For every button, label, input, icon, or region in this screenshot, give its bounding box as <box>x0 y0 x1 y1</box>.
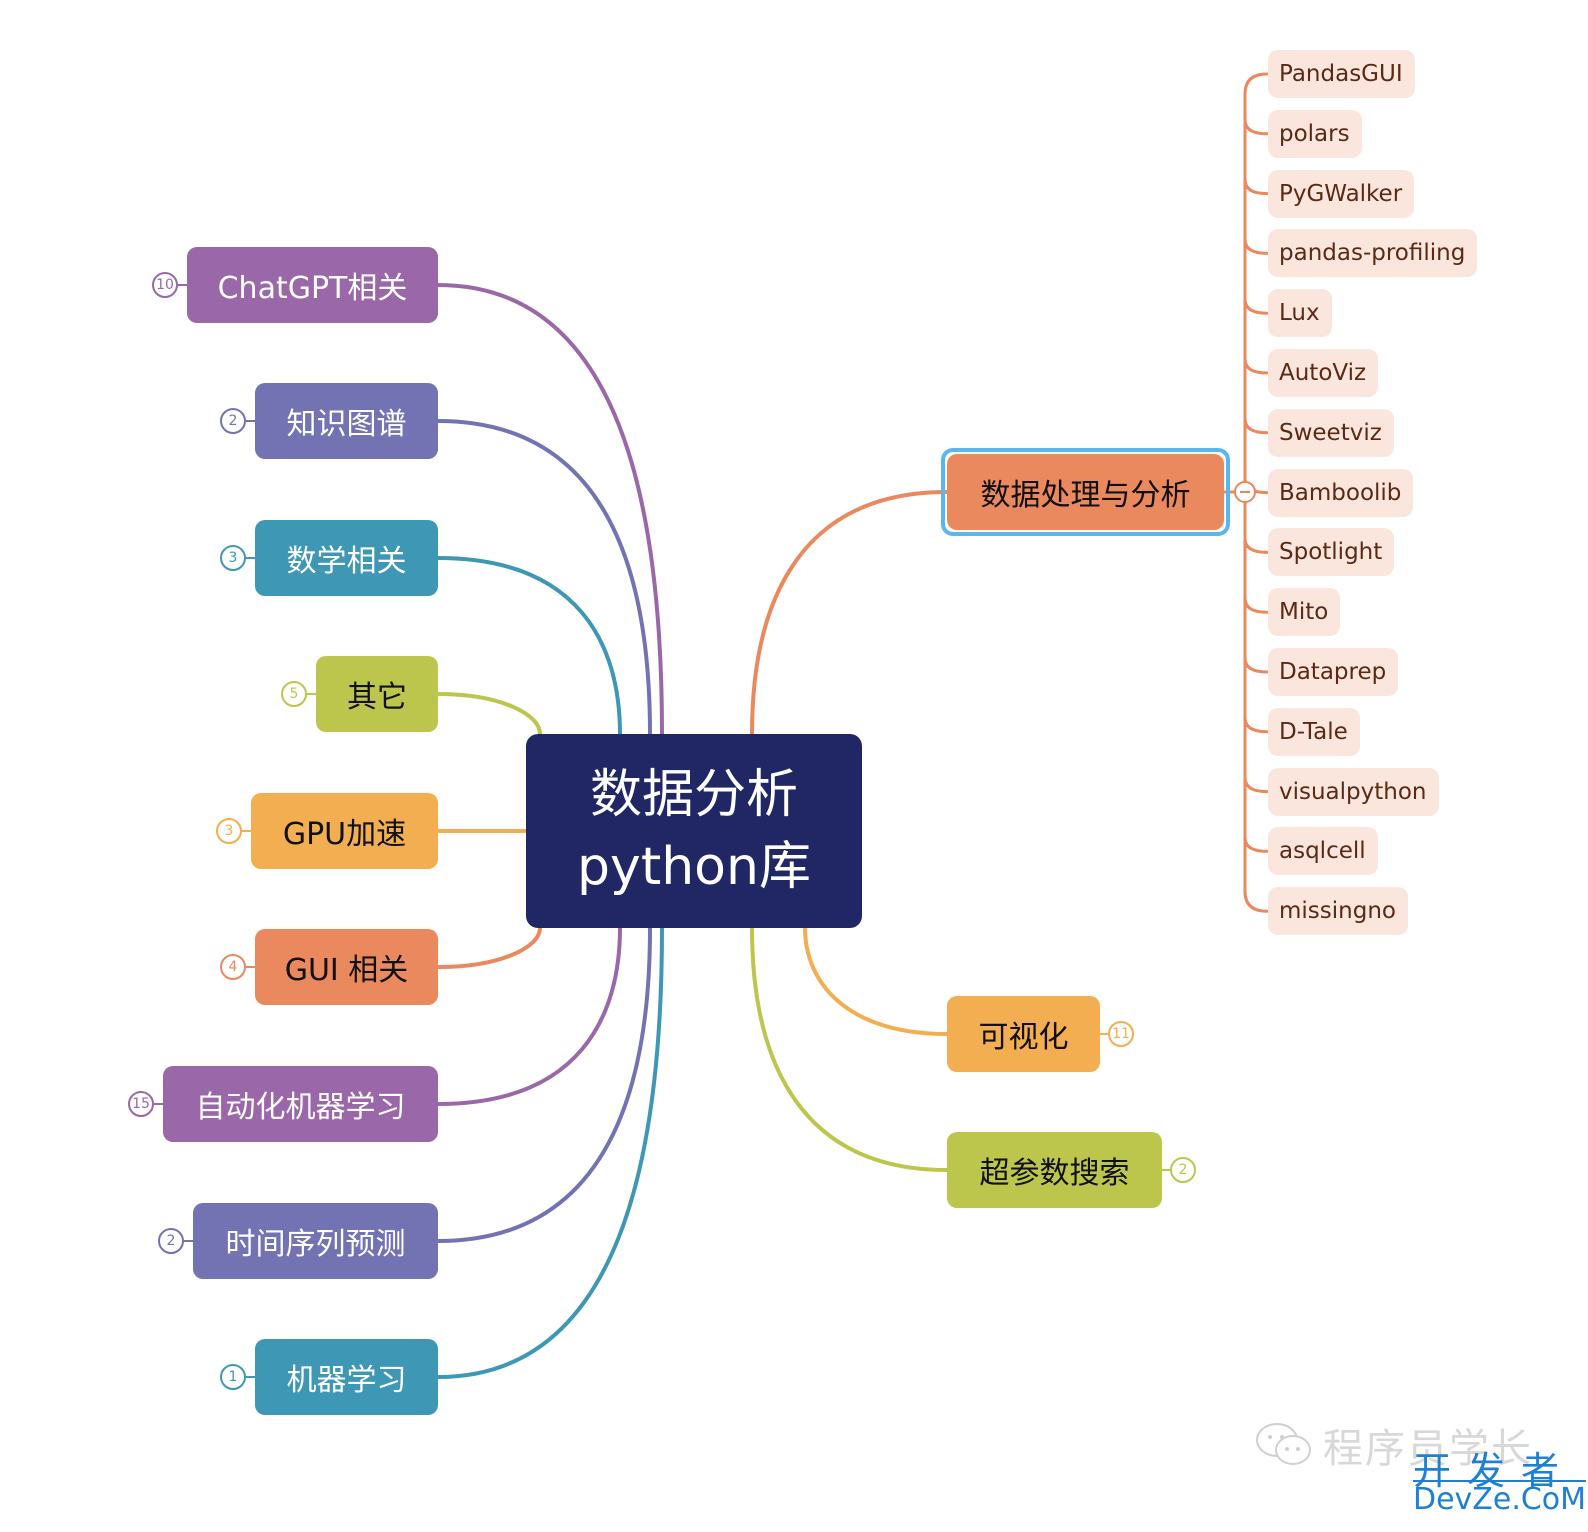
branch-topic-label: 数学相关 <box>286 544 407 579</box>
subtopic-autoviz[interactable]: AutoViz <box>1268 349 1379 397</box>
connector-line <box>436 692 542 736</box>
connector-line <box>436 926 542 969</box>
branch-topic-label: 超参数搜索 <box>979 1156 1130 1191</box>
watermark-site-en: DevZe.CoM <box>1413 1480 1587 1517</box>
subtopic-lux[interactable]: Lux <box>1268 289 1332 338</box>
branch-topic[interactable]: GUI 相关 <box>255 929 438 1005</box>
connector-line <box>436 926 622 1106</box>
subtopic-polars[interactable]: polars <box>1268 109 1362 158</box>
connector-line <box>436 556 622 736</box>
branch-topic[interactable]: 超参数搜索 <box>947 1132 1162 1208</box>
child-connector <box>1243 178 1269 196</box>
branch-topic-label: 自动化机器学习 <box>195 1090 406 1125</box>
subtopic-pandasgui[interactable]: PandasGUI <box>1268 50 1415 98</box>
branch-topic-label: 数据处理与分析 <box>980 478 1191 513</box>
subtopic-missingno[interactable]: missingno <box>1268 887 1408 936</box>
expand-badge[interactable]: 2 <box>1170 1157 1196 1183</box>
connector-line <box>750 926 949 1172</box>
connector-line <box>436 926 652 1243</box>
branch-topic-label: 时间序列预测 <box>225 1227 406 1262</box>
subtopic-pandas-profiling[interactable]: pandas-profiling <box>1268 229 1478 278</box>
expand-badge[interactable]: 15 <box>128 1091 154 1117</box>
watermark: 程序员学长 开发者 DevZe.CoM <box>1255 1410 1587 1520</box>
root-topic[interactable]: 数据分析 python库 <box>526 734 862 928</box>
child-connector <box>1243 596 1269 614</box>
child-connector <box>1243 716 1269 734</box>
child-connector <box>1243 417 1269 435</box>
child-connector <box>1243 237 1269 255</box>
branch-topic[interactable]: 数学相关 <box>255 520 438 596</box>
child-connector <box>1243 536 1269 554</box>
branch-topic-label: 机器学习 <box>286 1363 407 1398</box>
expand-badge[interactable]: 4 <box>220 954 246 980</box>
branch-topic-label: 可视化 <box>978 1020 1069 1055</box>
branch-topic[interactable]: 数据处理与分析 <box>947 454 1224 530</box>
connector-line <box>436 419 652 736</box>
subtopic-mito[interactable]: Mito <box>1268 588 1341 637</box>
root-title-line1: 数据分析 <box>589 765 798 825</box>
expand-badge[interactable]: 3 <box>216 818 242 844</box>
collapse-icon[interactable] <box>1234 481 1256 503</box>
branch-topic[interactable]: 知识图谱 <box>255 383 438 459</box>
subtopic-pygwalker[interactable]: PyGWalker <box>1268 169 1415 218</box>
branch-topic-label: GUI 相关 <box>284 953 409 988</box>
expand-badge[interactable]: 2 <box>158 1228 184 1254</box>
expand-badge[interactable]: 10 <box>152 272 178 298</box>
root-title-line2: python库 <box>577 837 811 897</box>
subtopic-spotlight[interactable]: Spotlight <box>1268 528 1395 577</box>
expand-badge[interactable]: 2 <box>220 408 246 434</box>
subtopic-sweetviz[interactable]: Sweetviz <box>1268 408 1394 457</box>
branch-topic[interactable]: 自动化机器学习 <box>163 1066 438 1142</box>
child-connector <box>1243 776 1269 794</box>
child-connector <box>1243 835 1269 853</box>
subtopic-d-tale[interactable]: D-Tale <box>1268 707 1360 756</box>
connector-line <box>803 926 949 1036</box>
branch-topic-label: ChatGPT相关 <box>217 271 408 306</box>
branch-topic[interactable]: 其它 <box>316 656 438 732</box>
expand-badge[interactable]: 1 <box>220 1364 246 1390</box>
child-connector <box>1243 656 1269 674</box>
subtopic-asqlcell[interactable]: asqlcell <box>1268 827 1378 876</box>
wechat-icon <box>1256 1423 1311 1465</box>
subtopic-bamboolib[interactable]: Bamboolib <box>1268 468 1414 517</box>
expand-badge[interactable]: 5 <box>281 681 307 707</box>
branch-topic-label: 知识图谱 <box>286 407 407 442</box>
expand-badge[interactable]: 11 <box>1108 1021 1134 1047</box>
subtopic-dataprep[interactable]: Dataprep <box>1268 648 1399 696</box>
mindmap-canvas: 数据分析 python库 ChatGPT相关 10 知识图谱 2 数学相关 3 其它 5 GPU… <box>0 0 1588 1532</box>
connector-line <box>436 926 664 1379</box>
child-connector <box>1243 297 1269 315</box>
branch-topic[interactable]: 可视化 <box>947 996 1100 1072</box>
child-connector <box>1243 118 1269 136</box>
branch-topic[interactable]: 时间序列预测 <box>193 1203 438 1279</box>
branch-topic-label: GPU加速 <box>282 817 407 852</box>
branch-topic[interactable]: 机器学习 <box>255 1339 438 1415</box>
connector-line <box>750 490 949 736</box>
subtopic-visualpython[interactable]: visualpython <box>1268 767 1439 816</box>
expand-badge[interactable]: 3 <box>220 545 246 571</box>
connector-line <box>436 283 664 736</box>
child-connector <box>1243 357 1269 375</box>
branch-topic-label: 其它 <box>347 680 407 715</box>
branch-topic[interactable]: ChatGPT相关 <box>187 247 438 323</box>
branch-topic[interactable]: GPU加速 <box>251 793 438 869</box>
